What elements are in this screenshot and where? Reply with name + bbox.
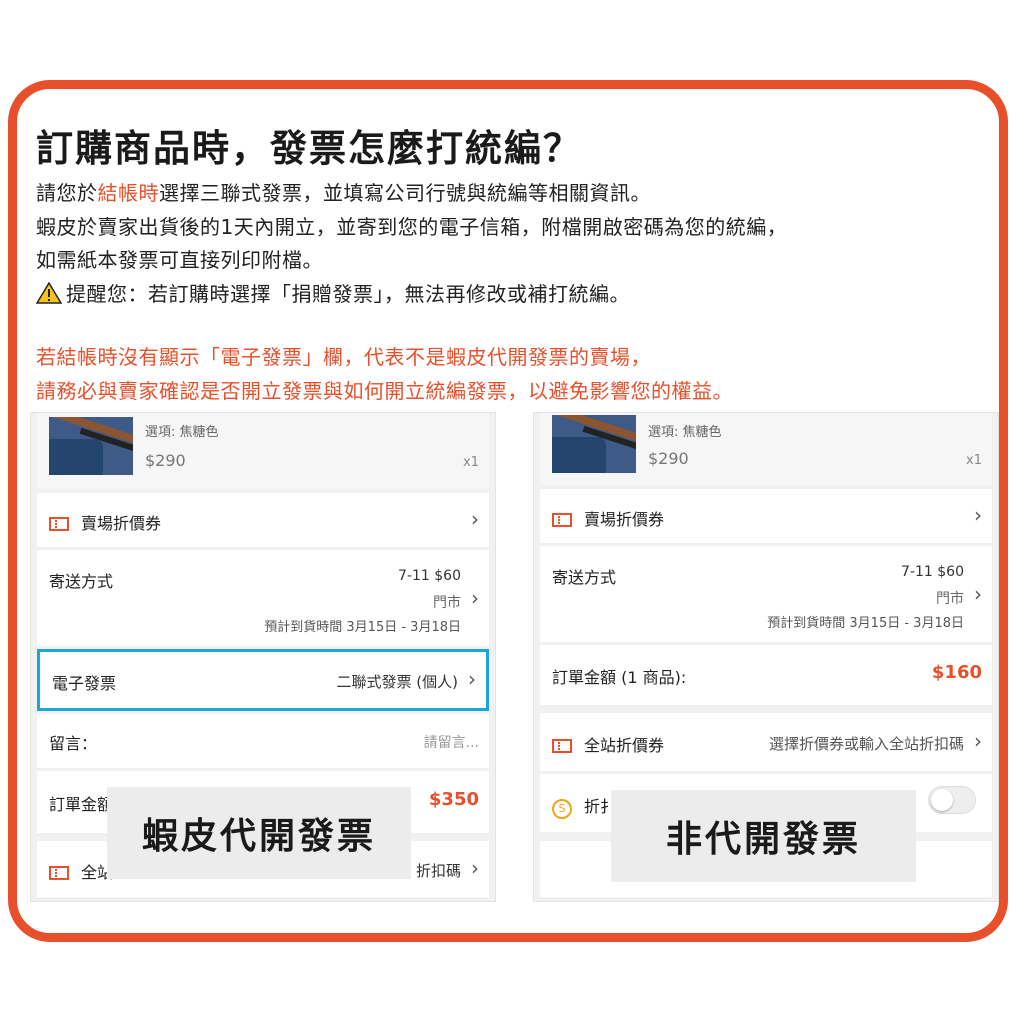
order-total-label: 訂單金額: [49, 795, 114, 814]
order-total-value: $160: [931, 662, 982, 683]
coupon-icon: [552, 739, 572, 753]
intro-line-3: 如需紙本發票可直接列印附檔。: [36, 248, 323, 272]
site-coupon-label: 全站折價券: [552, 732, 664, 756]
intro-line-1-highlight: 結帳時: [97, 181, 159, 205]
product-option: 選項: 焦糖色: [648, 425, 722, 440]
product-qty: x1: [463, 455, 479, 470]
notice-line-2: 請務必與賣家確認是否開立發票與如何開立統編發票，以避免影響您的權益。: [36, 379, 733, 403]
shop-coupon-row[interactable]: 賣場折價券 ›: [540, 489, 992, 543]
caption-shopee-invoice: 蝦皮代開發票: [107, 787, 411, 879]
product-thumbnail: [552, 415, 636, 473]
chevron-right-icon: ›: [974, 582, 982, 606]
chevron-right-icon: ›: [468, 667, 476, 691]
product-price: $290: [145, 451, 186, 470]
intro-line-1-suffix: 選擇三聯式發票，並填寫公司行號與統編等相關資訊。: [159, 181, 651, 205]
shipping-row[interactable]: 寄送方式 7-11 $60 門市 › 預計到貨時間 3月15日 - 3月18日: [540, 546, 992, 642]
intro-line-2: 蝦皮於賣家出貨後的1天內開立，並寄到您的電子信箱，附檔開啟密碼為您的統編，: [36, 215, 788, 239]
product-qty: x1: [966, 453, 982, 468]
coin-label: S 折扌: [552, 793, 616, 819]
caption-non-shopee-invoice: 非代開發票: [611, 790, 916, 882]
einvoice-row[interactable]: 電子發票 二聯式發票 (個人) ›: [37, 649, 489, 711]
chevron-right-icon: ›: [974, 503, 982, 527]
site-coupon-value: 折扣碼: [415, 862, 461, 880]
shop-coupon-label: 賣場折價券: [552, 506, 664, 530]
shipping-label: 寄送方式: [552, 568, 617, 587]
message-label: 留言：: [49, 734, 98, 753]
shipping-row[interactable]: 寄送方式 7-11 $60 門市 › 預計到貨時間 3月15日 - 3月18日: [37, 550, 489, 646]
shipping-eta: 預計到貨時間 3月15日 - 3月18日: [767, 616, 964, 631]
shop-coupon-row[interactable]: 賣場折價券 ›: [37, 493, 489, 547]
coin-icon: S: [552, 799, 572, 819]
shipping-method: 7-11 $60: [398, 568, 461, 584]
message-row: 留言： 請留言...: [37, 714, 489, 768]
site-coupon-value: 選擇折價券或輸入全站折扣碼: [768, 735, 964, 753]
einvoice-label: 電子發票: [52, 674, 117, 693]
shipping-method: 7-11 $60: [901, 564, 964, 580]
coupon-icon: [49, 866, 69, 880]
chevron-right-icon: ›: [471, 856, 479, 880]
coupon-icon: [552, 513, 572, 527]
einvoice-value: 二聯式發票 (個人): [336, 673, 458, 691]
shipping-label: 寄送方式: [49, 572, 114, 591]
chevron-right-icon: ›: [471, 586, 479, 610]
coupon-icon: [49, 517, 69, 531]
order-total-label: 訂單金額 (1 商品):: [552, 668, 687, 687]
shipping-eta: 預計到貨時間 3月15日 - 3月18日: [264, 620, 461, 635]
site-coupon-label: 全站: [49, 859, 113, 883]
product-option: 選項: 焦糖色: [145, 425, 219, 440]
product-price: $290: [648, 449, 689, 468]
shipping-store: 門市: [433, 595, 461, 611]
intro-line-1: 請您於結帳時選擇三聯式發票，並填寫公司行號與統編等相關資訊。: [36, 177, 651, 206]
chevron-right-icon: ›: [471, 507, 479, 531]
notice-line-1: 若結帳時沒有顯示「電子發票」欄，代表不是蝦皮代開發票的賣場，: [36, 345, 651, 369]
site-coupon-row[interactable]: 全站折價券 選擇折價券或輸入全站折扣碼 ›: [540, 713, 992, 771]
order-total-row: 訂單金額 (1 商品): $160: [540, 645, 992, 705]
page-title: 訂購商品時，發票怎麼打統編？: [36, 127, 582, 170]
product-row: 選項: 焦糖色 $290 x1: [540, 413, 992, 485]
product-thumbnail: [49, 417, 133, 475]
intro-line-1-prefix: 請您於: [36, 181, 98, 205]
chevron-right-icon: ›: [974, 729, 982, 753]
warning-icon: [36, 282, 62, 304]
message-input[interactable]: 請留言...: [424, 732, 479, 752]
shop-coupon-label: 賣場折價券: [49, 510, 161, 534]
warning-line: 提醒您：若訂購時選擇「捐贈發票」，無法再修改或補打統編。: [36, 278, 630, 307]
product-row: 選項: 焦糖色 $290 x1: [37, 413, 489, 489]
coin-toggle[interactable]: [928, 786, 976, 814]
warning-text: 提醒您：若訂購時選擇「捐贈發票」，無法再修改或補打統編。: [66, 282, 630, 306]
order-total-value: $350: [428, 789, 479, 810]
shipping-store: 門市: [936, 591, 964, 607]
